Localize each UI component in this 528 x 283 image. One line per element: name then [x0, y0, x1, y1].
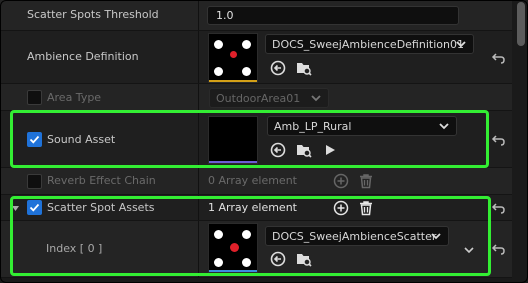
check-icon: [29, 203, 40, 212]
thumb-dot: [214, 258, 223, 267]
trash-icon[interactable]: [358, 200, 374, 216]
ambience-definition-label: Ambience Definition: [27, 50, 139, 63]
sound-asset-combo[interactable]: Amb_LP_Rural: [267, 116, 457, 136]
thumb-dot: [214, 40, 223, 49]
thumb-dot: [242, 67, 251, 76]
row-index-0: Index [ 0 ] DOCS_SweejAmbienceScatter: [0, 221, 512, 278]
thumb-dot-red: [230, 243, 239, 252]
scatter-asset-combo[interactable]: DOCS_SweejAmbienceScatter: [265, 226, 449, 246]
ambience-asset-combo[interactable]: DOCS_SweejAmbienceDefinition01: [265, 34, 474, 54]
scrollbar-thumb[interactable]: [517, 2, 525, 46]
check-icon: [29, 135, 40, 144]
scatter-spot-assets-label: Scatter Spot Assets: [47, 201, 155, 214]
scatter-threshold-input[interactable]: 1.0: [207, 6, 459, 25]
row-scatter-spot-assets: Scatter Spot Assets 1 Array element: [0, 195, 512, 221]
reverb-chain-label: Reverb Effect Chain: [47, 174, 156, 187]
chevron-down-icon: [431, 233, 441, 240]
browse-folder-icon[interactable]: [296, 251, 312, 267]
thumb-color-bar: [209, 80, 257, 82]
ambience-asset-name: DOCS_SweejAmbienceDefinition01: [272, 38, 464, 51]
expand-triangle-icon[interactable]: [11, 204, 20, 213]
index-0-label: Index [ 0 ]: [46, 242, 103, 255]
area-type-value: OutdoorArea01: [216, 92, 301, 105]
row-reverb-chain: Reverb Effect Chain 0 Array element: [0, 168, 512, 195]
add-circle-icon[interactable]: [333, 200, 349, 216]
column-divider: [198, 168, 199, 194]
thumb-dot: [242, 230, 251, 239]
add-circle-icon[interactable]: [333, 173, 349, 189]
scatter-threshold-label: Scatter Spots Threshold: [27, 8, 159, 21]
browse-folder-icon[interactable]: [296, 142, 312, 158]
column-divider: [198, 0, 199, 30]
use-selected-arrow-icon[interactable]: [270, 60, 286, 76]
column-divider: [198, 195, 199, 220]
column-divider: [198, 31, 199, 83]
details-panel: Scatter Spots Threshold 1.0 Ambience Def…: [0, 0, 528, 283]
scatter-asset-name: DOCS_SweejAmbienceScatter: [272, 230, 437, 243]
sound-asset-label: Sound Asset: [47, 133, 116, 146]
chevron-down-icon[interactable]: [463, 244, 475, 256]
row-area-type: Area Type OutdoorArea01: [0, 84, 512, 111]
area-type-label: Area Type: [47, 91, 102, 104]
thumb-dot: [242, 40, 251, 49]
scatter-spot-assets-checkbox[interactable]: [27, 200, 42, 215]
chevron-down-icon: [311, 95, 321, 102]
chevron-down-icon: [456, 41, 466, 48]
scatter-spot-assets-count: 1 Array element: [208, 201, 297, 214]
sound-asset-checkbox[interactable]: [27, 132, 42, 147]
browse-folder-icon[interactable]: [296, 60, 312, 76]
column-divider: [198, 221, 199, 277]
play-icon[interactable]: [322, 142, 338, 158]
use-selected-arrow-icon[interactable]: [270, 251, 286, 267]
thumb-dot: [242, 258, 251, 267]
reset-arrow-icon[interactable]: [491, 132, 507, 148]
column-divider: [198, 111, 199, 167]
trash-icon[interactable]: [358, 173, 374, 189]
column-divider: [198, 84, 199, 110]
area-type-combo[interactable]: OutdoorArea01: [209, 88, 329, 108]
scatter-thumbnail[interactable]: [208, 223, 258, 273]
thumb-dot-red: [230, 51, 237, 58]
sound-thumbnail[interactable]: [208, 116, 258, 164]
vertical-scrollbar[interactable]: [514, 0, 528, 283]
sound-asset-name: Amb_LP_Rural: [274, 120, 352, 133]
thumb-color-bar: [209, 270, 257, 272]
chevron-down-icon: [439, 123, 449, 130]
row-scatter-threshold: Scatter Spots Threshold 1.0: [0, 0, 512, 31]
reset-arrow-icon[interactable]: [491, 241, 507, 257]
row-sound-asset: Sound Asset Amb_LP_Rural: [0, 111, 512, 168]
area-type-checkbox[interactable]: [27, 90, 42, 105]
use-selected-arrow-icon[interactable]: [270, 142, 286, 158]
reverb-chain-count: 0 Array element: [208, 174, 297, 187]
thumb-dot: [214, 67, 223, 76]
thumb-color-bar: [209, 161, 257, 163]
thumb-dot: [214, 230, 223, 239]
row-ambience-definition: Ambience Definition DOCS_SweejAmbienceDe…: [0, 31, 512, 84]
ambience-thumbnail[interactable]: [208, 33, 258, 83]
reset-arrow-icon[interactable]: [491, 50, 507, 66]
reset-arrow-icon[interactable]: [491, 200, 507, 216]
reverb-chain-checkbox[interactable]: [27, 174, 42, 189]
